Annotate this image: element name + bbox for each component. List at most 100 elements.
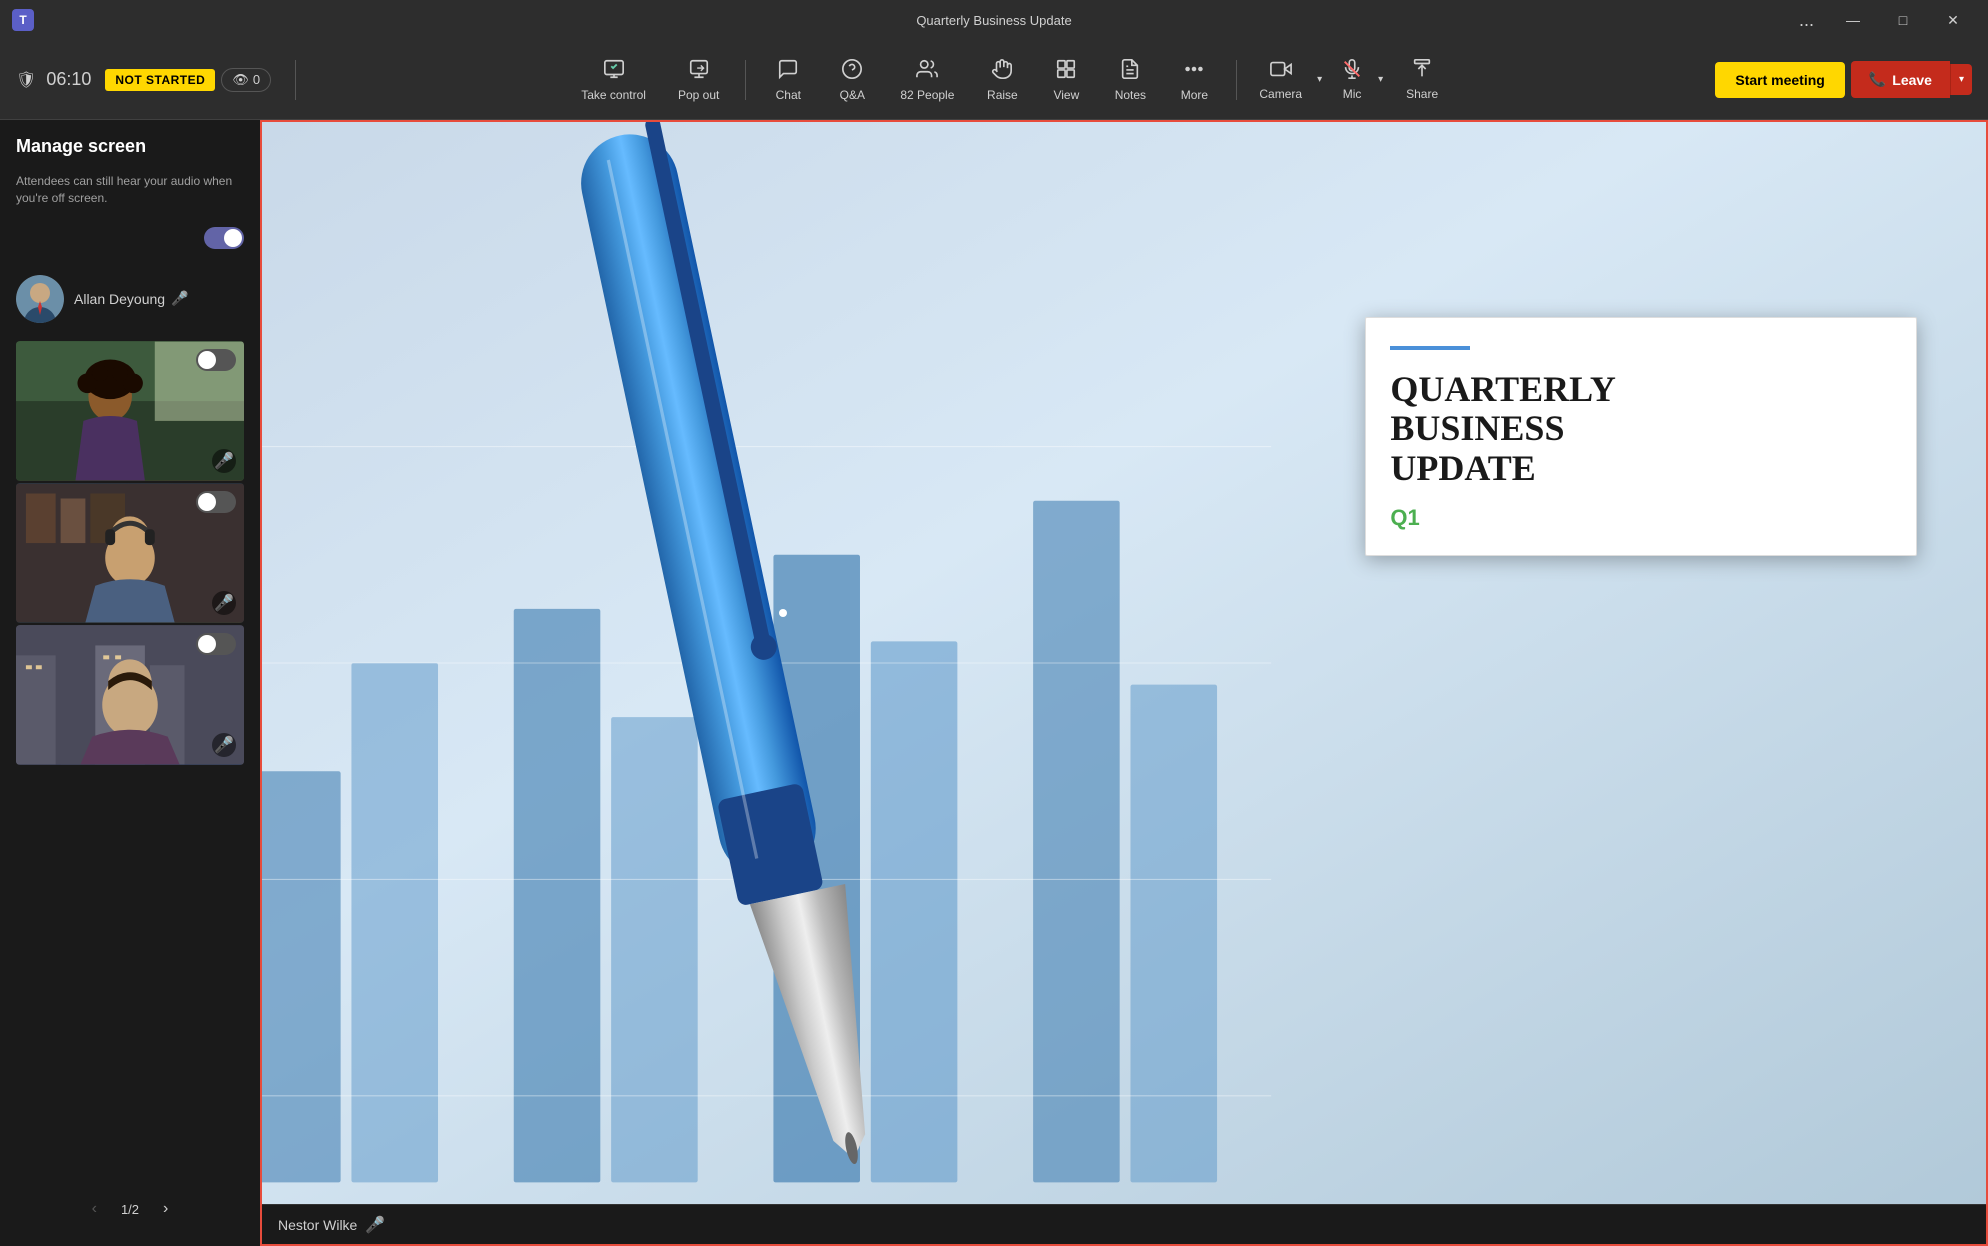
participant-mic-off-icon: 🎤 [171,290,188,307]
share-button[interactable]: Share [1392,48,1452,112]
viewer-count-badge: 👁 0 [221,68,271,92]
presenter-mic-icon: 🎤 [365,1215,385,1235]
phone-icon: 📞 [1869,71,1886,88]
people-button[interactable]: 82 People [886,48,968,112]
title-bar: T Quarterly Business Update ... — □ ✕ [0,0,1988,40]
title-bar-controls: ... — □ ✕ [1787,4,1976,36]
notes-label: Notes [1115,88,1146,102]
video-thumb-1-mic: 🎤 [212,449,236,473]
slide-card: QUARTERLY BUSINESS UPDATE Q1 [1365,317,1917,556]
qna-label: Q&A [840,88,865,102]
more-button[interactable]: More [1164,48,1224,112]
video-list: 🎤 [16,341,244,1176]
minimize-button[interactable]: — [1830,4,1876,36]
toggle-knob-1 [198,351,216,369]
main-participant-avatar [16,275,64,323]
people-icon [916,58,938,84]
next-page-button[interactable]: › [155,1196,176,1222]
leave-chevron-button[interactable]: ▾ [1950,64,1972,95]
toolbar-right: Start meeting 📞 Leave ▾ [1715,61,1972,98]
pop-out-button[interactable]: Pop out [664,48,733,112]
video-thumb-2: 🎤 [16,483,244,623]
viewer-count: 0 [253,72,260,87]
mic-icon [1341,58,1363,83]
toggle-knob [224,229,242,247]
camera-button-group: Camera ▾ [1249,48,1327,112]
share-icon [1411,58,1433,83]
main-participant-tile: Allan Deyoung 🎤 [16,269,244,329]
video-thumb-3: 🎤 [16,625,244,765]
video-thumb-2-toggle[interactable] [196,491,236,513]
title-bar-left: T [12,9,34,31]
mic-button[interactable]: Mic [1331,48,1373,112]
view-button[interactable]: View [1036,48,1096,112]
main-participant-toggle-container [16,227,244,249]
leave-label: Leave [1892,72,1932,88]
chat-icon [777,58,799,84]
bottom-bar: Nestor Wilke 🎤 [262,1204,1986,1244]
take-control-label: Take control [581,88,646,102]
share-label: Share [1406,87,1438,101]
slide-card-accent [1390,346,1470,350]
view-icon [1055,58,1077,84]
leave-button[interactable]: 📞 Leave [1851,61,1950,98]
slide-background: QUARTERLY BUSINESS UPDATE Q1 [262,122,1986,1204]
more-options-button[interactable]: ... [1787,10,1826,31]
toggle-knob-2 [198,493,216,511]
maximize-button[interactable]: □ [1880,4,1926,36]
not-started-badge: NOT STARTED [105,69,215,91]
mic-label: Mic [1343,87,1362,101]
more-icon [1183,58,1205,84]
meeting-timer: 06:10 [46,69,91,90]
toggle-2[interactable] [196,491,236,513]
shield-icon: 🛡 [16,70,36,90]
video-thumb-3-toggle[interactable] [196,633,236,655]
presentation-area: QUARTERLY BUSINESS UPDATE Q1 Nestor Wilk… [260,120,1988,1246]
take-control-icon [603,58,625,84]
page-indicator: 1/2 [121,1202,139,1217]
notes-button[interactable]: Notes [1100,48,1160,112]
presenter-name: Nestor Wilke [278,1217,357,1233]
window-title: Quarterly Business Update [916,13,1071,28]
start-meeting-button[interactable]: Start meeting [1715,62,1844,98]
camera-icon [1270,58,1292,83]
toolbar: 🛡 06:10 NOT STARTED 👁 0 Take control [0,40,1988,120]
sidebar: Manage screen Attendees can still hear y… [0,120,260,1246]
video-thumb-2-mic: 🎤 [212,591,236,615]
slide-container: QUARTERLY BUSINESS UPDATE Q1 [262,122,1986,1204]
raise-icon [991,58,1013,84]
toolbar-divider-left [295,60,296,100]
toolbar-divider-right [1236,60,1237,100]
toolbar-left: 🛡 06:10 NOT STARTED 👁 0 [16,68,271,92]
camera-label: Camera [1259,87,1302,101]
pop-out-icon [688,58,710,84]
mic-chevron-button[interactable]: ▾ [1373,48,1388,112]
raise-label: Raise [987,88,1018,102]
qna-icon [841,58,863,84]
video-thumb-3-mic: 🎤 [212,733,236,757]
slide-subtitle: Q1 [1390,505,1892,531]
slide-title: QUARTERLY BUSINESS UPDATE [1390,370,1892,489]
toolbar-tools: Take control Pop out Chat [304,48,1715,112]
toggle-1[interactable] [196,349,236,371]
take-control-button[interactable]: Take control [567,48,660,112]
video-thumb-1: 🎤 [16,341,244,481]
toggle-knob-3 [198,635,216,653]
manage-screen-desc: Attendees can still hear your audio when… [16,173,244,207]
main-participant-toggle[interactable] [204,227,244,249]
prev-page-button[interactable]: ‹ [84,1196,105,1222]
mic-button-group: Mic ▾ [1331,48,1388,112]
toggle-3[interactable] [196,633,236,655]
camera-chevron-button[interactable]: ▾ [1312,48,1327,112]
chat-label: Chat [776,88,801,102]
video-thumb-1-toggle[interactable] [196,349,236,371]
close-button[interactable]: ✕ [1930,4,1976,36]
chat-button[interactable]: Chat [758,48,818,112]
main-area: Manage screen Attendees can still hear y… [0,120,1988,1246]
main-participant-name: Allan Deyoung 🎤 [74,290,189,307]
toolbar-divider-tools [745,60,746,100]
qna-button[interactable]: Q&A [822,48,882,112]
raise-button[interactable]: Raise [972,48,1032,112]
camera-button[interactable]: Camera [1249,48,1312,112]
notes-icon [1119,58,1141,84]
